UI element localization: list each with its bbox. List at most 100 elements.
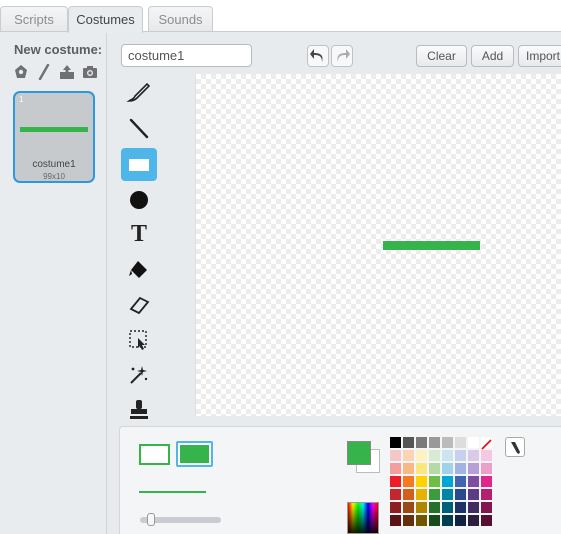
palette-swatch[interactable] [468,515,479,526]
palette-swatch[interactable] [455,450,466,461]
palette-swatch[interactable] [416,437,427,448]
palette-swatch[interactable] [481,489,492,500]
color-spectrum-picker[interactable] [347,502,379,534]
palette-swatch[interactable] [455,515,466,526]
undo-button[interactable] [307,45,329,67]
paint-brush-icon[interactable] [36,63,52,81]
palette-swatch[interactable] [468,476,479,487]
costume-name-input[interactable]: costume1 [121,44,252,67]
palette-swatch[interactable] [390,450,401,461]
palette-swatch[interactable] [429,437,440,448]
costume-thumbnail-selected[interactable]: 1 costume1 99x10 [13,91,95,183]
eraser-tool-icon [129,296,150,314]
palette-swatch[interactable] [468,463,479,474]
palette-swatch[interactable] [403,476,414,487]
eyedropper-button[interactable] [505,437,525,457]
palette-swatch[interactable] [403,437,414,448]
palette-swatch[interactable] [442,489,453,500]
outline-rectangle-option[interactable] [139,444,170,465]
choose-from-library-icon[interactable] [13,64,29,80]
stamp-tool-button[interactable] [121,393,157,426]
palette-swatch[interactable] [481,502,492,513]
stroke-width-slider-knob[interactable] [147,513,155,526]
ellipse-tool-icon [130,190,148,209]
palette-swatch[interactable] [416,450,427,461]
palette-swatch[interactable] [442,476,453,487]
select-remove-background-button[interactable] [121,358,157,391]
palette-swatch[interactable] [455,502,466,513]
palette-swatch[interactable] [455,489,466,500]
palette-swatch[interactable] [403,489,414,500]
camera-icon[interactable] [82,64,98,80]
palette-swatch[interactable] [429,463,440,474]
tab-bar: Scripts Costumes Sounds [0,0,561,33]
line-tool-icon [129,118,149,138]
drawing-canvas[interactable] [195,74,561,416]
palette-swatch[interactable] [481,450,492,461]
select-tool-button[interactable] [121,323,157,356]
palette-swatch[interactable] [416,489,427,500]
filled-rectangle-option[interactable] [176,441,213,467]
palette-swatch[interactable] [429,450,440,461]
import-button[interactable]: Import [518,45,561,67]
palette-swatch[interactable] [455,463,466,474]
palette-swatch[interactable] [468,437,479,448]
paint-editor: costume1 Clear Add Import T [107,31,561,534]
add-button[interactable]: Add [471,45,514,67]
fill-bucket-tool-button[interactable] [121,253,157,286]
palette-swatch[interactable] [429,489,440,500]
palette-swatch[interactable] [481,515,492,526]
eraser-tool-button[interactable] [121,288,157,321]
line-tool-button[interactable] [121,111,157,144]
stroke-width-preview [139,491,206,493]
rectangle-tool-button[interactable] [121,148,157,181]
palette-swatch[interactable] [429,476,440,487]
palette-swatch[interactable] [442,450,453,461]
palette-swatch[interactable] [429,515,440,526]
costume-name: costume1 [32,159,76,170]
redo-icon [337,49,350,62]
palette-swatch[interactable] [416,476,427,487]
tab-costumes[interactable]: Costumes [68,6,143,33]
palette-swatch[interactable] [481,437,492,450]
tab-sounds[interactable]: Sounds [148,6,213,32]
palette-swatch[interactable] [468,502,479,513]
costume-editor-window: Scripts Costumes Sounds New costume: 1 c… [0,0,561,534]
palette-swatch[interactable] [390,476,401,487]
primary-color-swatch[interactable] [347,441,371,465]
palette-swatch[interactable] [481,463,492,474]
palette-swatch[interactable] [416,515,427,526]
palette-swatch[interactable] [416,463,427,474]
palette-swatch[interactable] [403,515,414,526]
palette-swatch[interactable] [390,437,401,448]
clear-button[interactable]: Clear [416,45,467,67]
palette-swatch[interactable] [390,463,401,474]
palette-swatch[interactable] [481,476,492,487]
palette-swatch[interactable] [455,476,466,487]
palette-swatch[interactable] [403,502,414,513]
palette-swatch[interactable] [442,502,453,513]
palette-swatch[interactable] [442,463,453,474]
palette-swatch[interactable] [390,489,401,500]
palette-swatch[interactable] [390,515,401,526]
brush-tool-icon [126,82,151,102]
palette-swatch[interactable] [403,463,414,474]
palette-swatch[interactable] [390,502,401,513]
redo-button[interactable] [331,45,353,67]
brush-tool-button[interactable] [121,76,157,109]
palette-swatch[interactable] [442,437,453,448]
palette-swatch[interactable] [455,437,466,448]
palette-swatch[interactable] [403,450,414,461]
upload-icon[interactable] [59,64,75,80]
palette-swatch[interactable] [442,515,453,526]
palette-swatch[interactable] [416,502,427,513]
select-tool-icon [129,329,147,350]
costume-size: 99x10 [43,172,65,181]
palette-swatch[interactable] [468,489,479,500]
tab-scripts[interactable]: Scripts [0,6,68,32]
green-rectangle-shape[interactable] [383,241,480,250]
ellipse-tool-button[interactable] [121,183,157,216]
text-tool-button[interactable]: T [121,218,157,251]
palette-swatch[interactable] [468,450,479,461]
palette-swatch[interactable] [429,502,440,513]
